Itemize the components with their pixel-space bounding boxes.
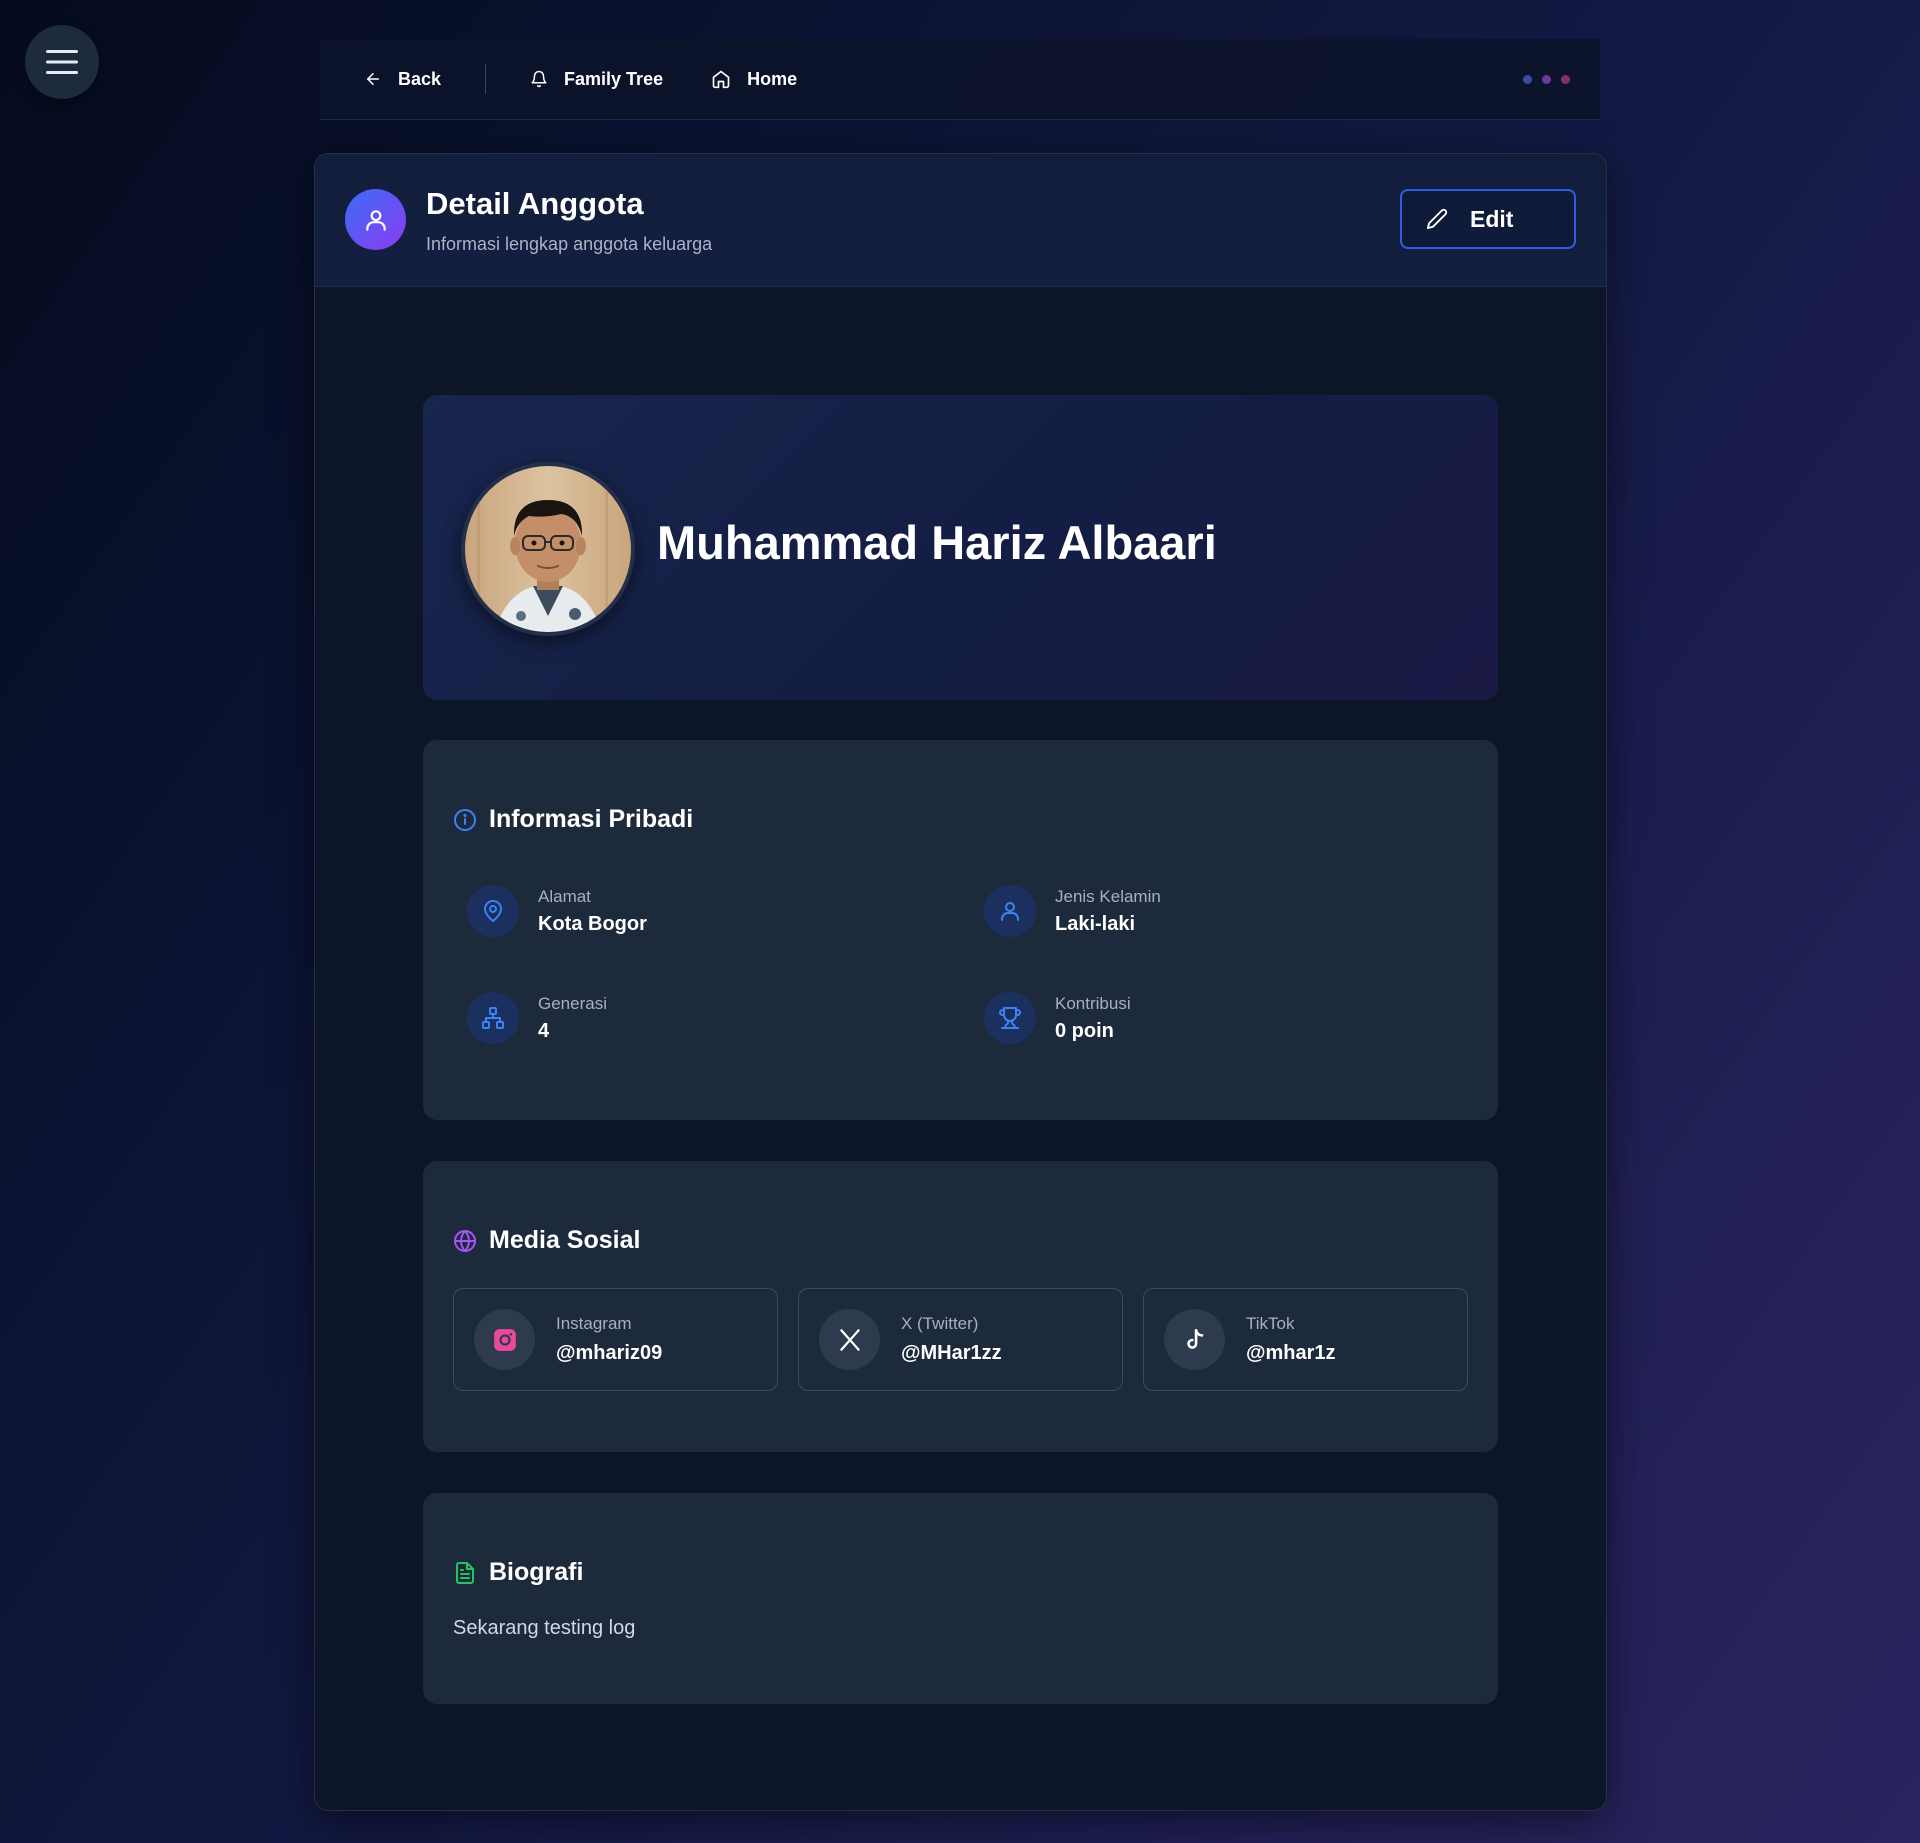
biography-title: Biografi xyxy=(453,1558,583,1587)
card-header: Detail Anggota Informasi lengkap anggota… xyxy=(315,154,1606,287)
instagram-handle: @mhariz09 xyxy=(556,1342,663,1364)
home-link[interactable]: Home xyxy=(711,69,797,90)
back-label: Back xyxy=(398,68,442,89)
instagram-label: Instagram xyxy=(556,1314,632,1333)
hamburger-menu-button[interactable] xyxy=(25,25,99,99)
bell-icon xyxy=(531,70,547,88)
contribution-value: 0 poin xyxy=(1055,1019,1114,1042)
status-dot xyxy=(1561,75,1570,84)
info-item-generation: Generasi 4 xyxy=(467,992,607,1044)
gender-value: Laki-laki xyxy=(1055,912,1136,935)
member-name: Muhammad Hariz Albaari xyxy=(657,516,1217,569)
personal-info-title: Informasi Pribadi xyxy=(453,805,693,834)
globe-icon xyxy=(454,1229,476,1252)
hierarchy-icon xyxy=(467,992,519,1044)
instagram-icon xyxy=(474,1309,535,1370)
document-icon xyxy=(456,1561,474,1584)
family-tree-link[interactable]: Family Tree xyxy=(530,69,663,90)
social-media-title: Media Sosial xyxy=(453,1226,640,1255)
x-twitter-icon xyxy=(819,1309,880,1370)
info-item-address: Alamat Kota Bogor xyxy=(467,885,647,937)
page-title: Detail Anggota xyxy=(426,186,644,221)
tiktok-handle: @mhar1z xyxy=(1246,1342,1336,1364)
biography-section: Biografi Sekarang testing log xyxy=(423,1493,1498,1704)
tiktok-icon xyxy=(1164,1309,1225,1370)
avatar xyxy=(461,462,635,636)
edit-label: Edit xyxy=(1470,205,1514,232)
social-media-section: Media Sosial Instagram @mhariz09 X (Twit… xyxy=(423,1161,1498,1452)
map-pin-icon xyxy=(467,885,519,937)
social-card-tiktok[interactable]: TikTok @mhar1z xyxy=(1143,1288,1468,1391)
info-item-gender: Jenis Kelamin Laki-laki xyxy=(984,885,1161,937)
social-card-instagram[interactable]: Instagram @mhariz09 xyxy=(453,1288,778,1391)
back-button[interactable]: Back xyxy=(364,69,441,90)
pencil-icon xyxy=(1426,208,1448,230)
address-label: Alamat xyxy=(538,886,591,906)
personal-info-title-text: Informasi Pribadi xyxy=(489,805,694,833)
profile-photo xyxy=(465,466,631,632)
status-dots xyxy=(1523,75,1570,84)
social-card-twitter[interactable]: X (Twitter) @MHar1zz xyxy=(798,1288,1123,1391)
arrow-left-icon xyxy=(367,73,379,85)
gender-label: Jenis Kelamin xyxy=(1055,886,1161,906)
generation-label: Generasi xyxy=(538,993,607,1013)
nav-divider xyxy=(485,64,487,94)
tiktok-label: TikTok xyxy=(1246,1314,1295,1333)
status-dot xyxy=(1542,75,1551,84)
edit-button[interactable]: Edit xyxy=(1400,189,1576,249)
family-tree-label: Family Tree xyxy=(564,68,664,89)
user-icon xyxy=(984,885,1036,937)
hamburger-icon xyxy=(46,50,78,74)
top-navigation-bar: Back Family Tree Home xyxy=(320,39,1600,120)
user-icon xyxy=(365,209,386,231)
generation-value: 4 xyxy=(538,1019,550,1042)
home-label: Home xyxy=(747,68,798,89)
contribution-label: Kontribusi xyxy=(1055,993,1131,1013)
status-dot xyxy=(1523,75,1532,84)
info-icon xyxy=(454,808,476,831)
info-item-contribution: Kontribusi 0 poin xyxy=(984,992,1131,1044)
biography-title-text: Biografi xyxy=(489,1558,584,1586)
trophy-icon xyxy=(984,992,1036,1044)
header-user-badge xyxy=(345,189,406,250)
member-detail-card: Detail Anggota Informasi lengkap anggota… xyxy=(314,153,1607,1811)
biography-text: Sekarang testing log xyxy=(453,1617,636,1639)
social-media-title-text: Media Sosial xyxy=(489,1226,641,1254)
twitter-handle: @MHar1zz xyxy=(901,1342,1002,1364)
address-value: Kota Bogor xyxy=(538,912,647,935)
personal-info-section: Informasi Pribadi Alamat Kota Bogor Jeni… xyxy=(423,740,1498,1120)
profile-hero: Muhammad Hariz Albaari xyxy=(423,395,1498,700)
home-icon xyxy=(712,70,730,89)
twitter-label: X (Twitter) xyxy=(901,1314,979,1333)
page-subtitle: Informasi lengkap anggota keluarga xyxy=(426,234,713,254)
